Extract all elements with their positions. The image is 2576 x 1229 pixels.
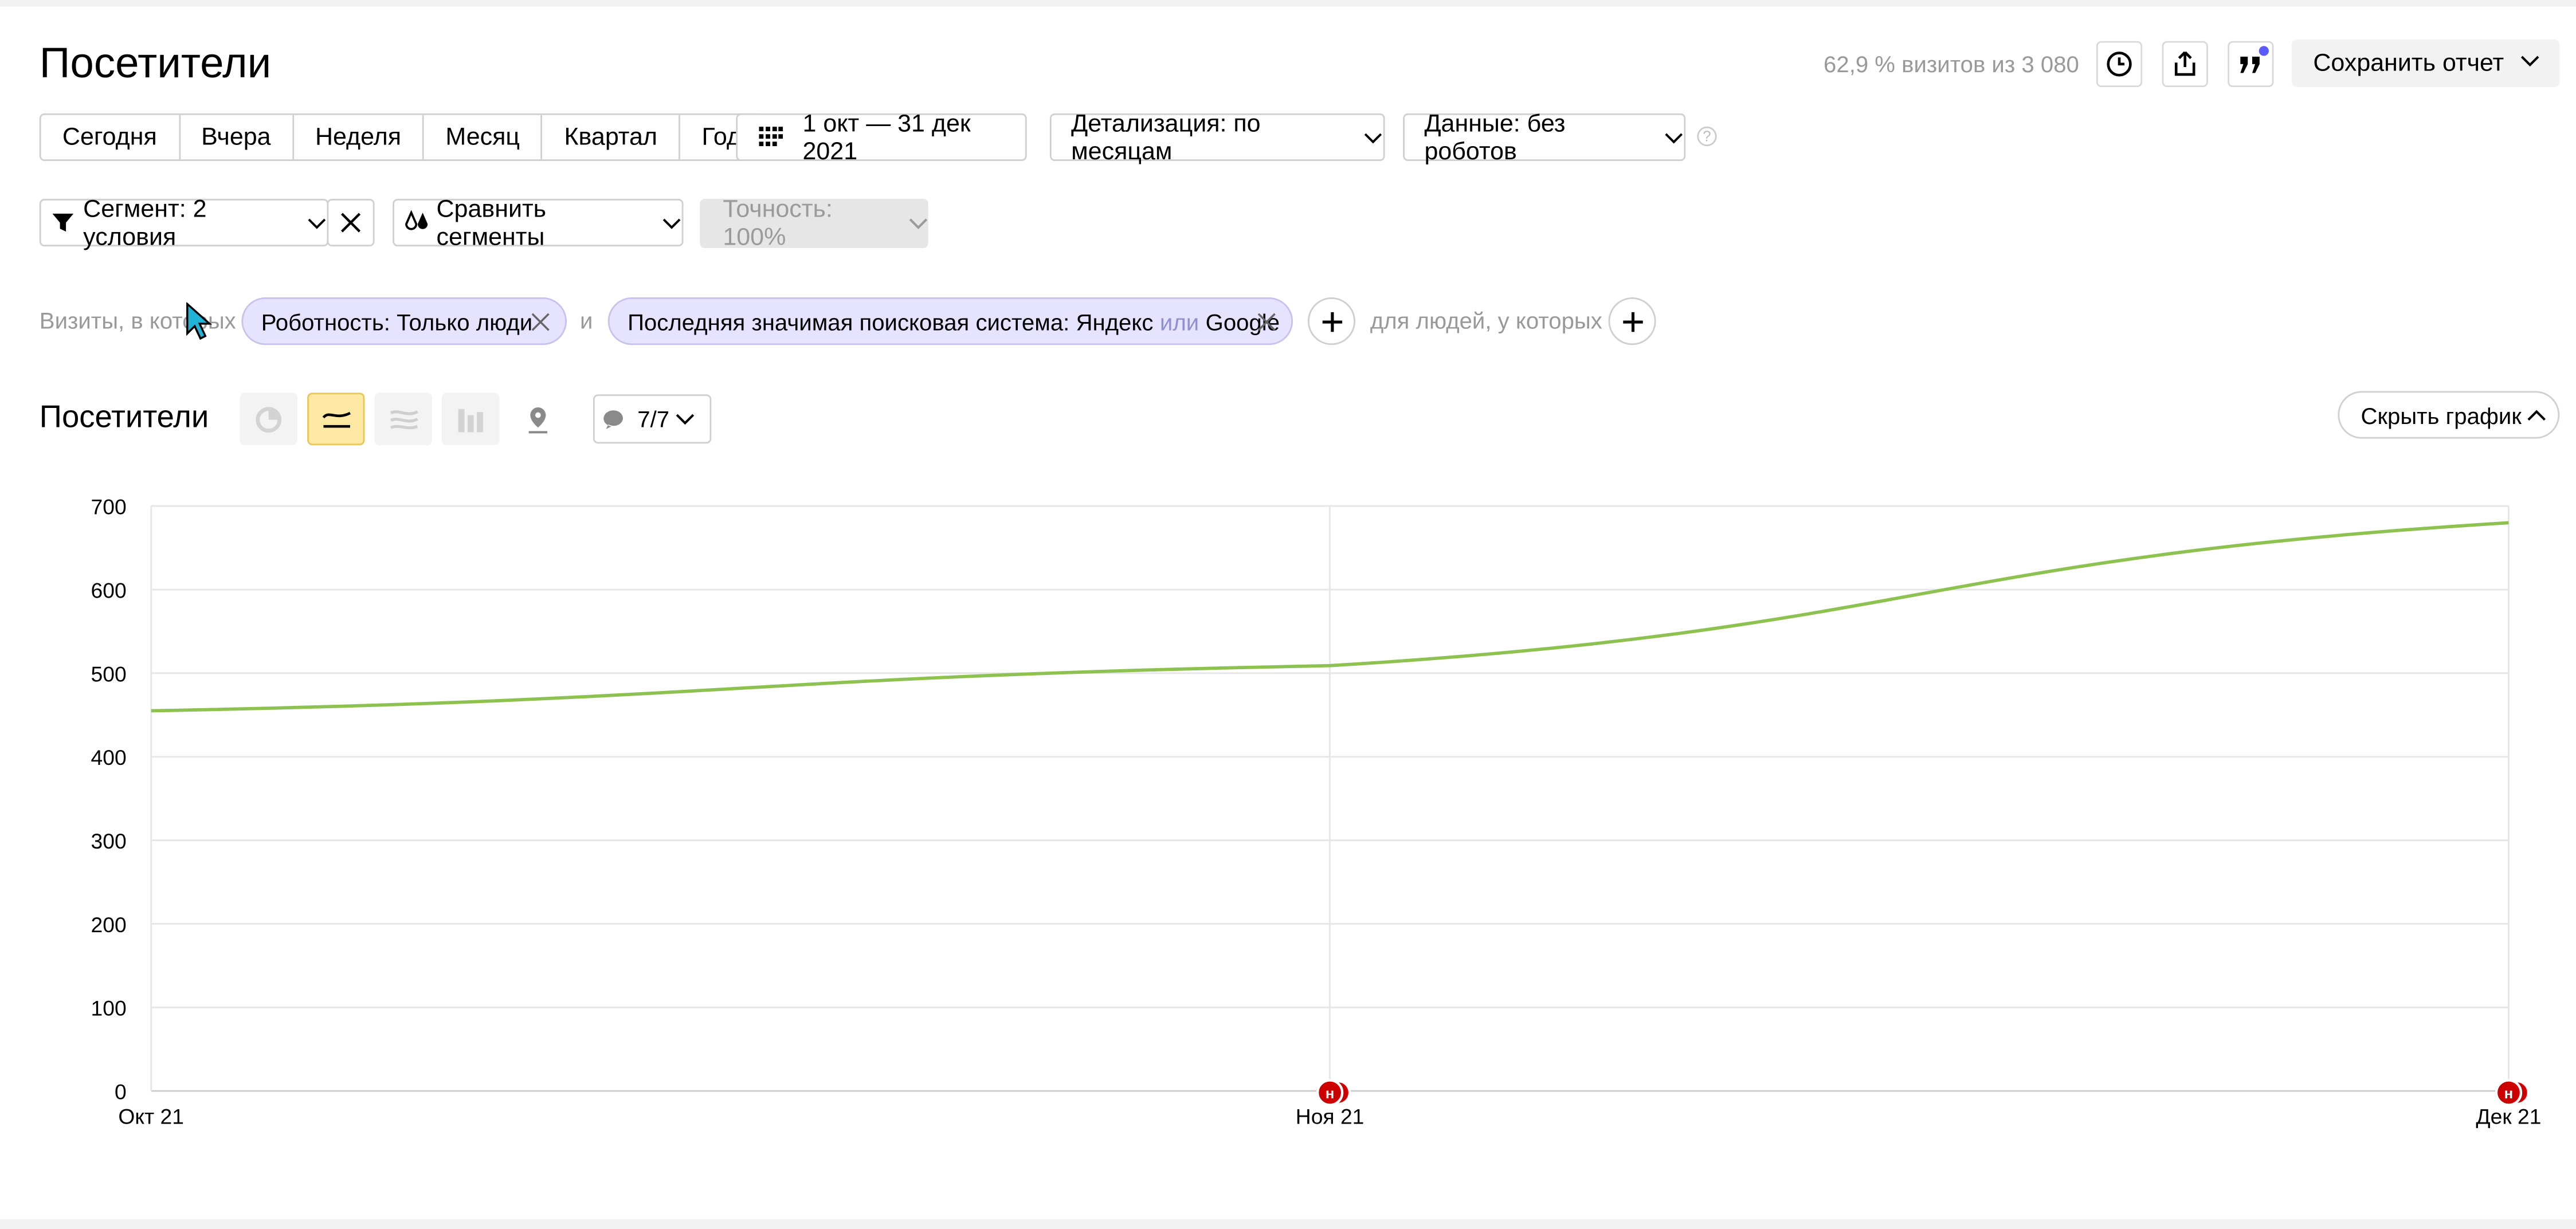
segment-dropdown[interactable]: Сегмент: 2 условия (39, 195, 329, 250)
report-page: Посетители 62,9 % визитов из 3 080 Сохра… (0, 0, 2576, 1229)
period-month-button[interactable]: Месяц (424, 115, 543, 160)
data-filter-dropdown[interactable]: Данные: без роботов (1403, 109, 1686, 165)
chevron-down-icon (308, 218, 327, 229)
filter-chip-search-engine-label: Последняя значимая поисковая система: Ян… (628, 308, 1154, 335)
notification-dot (2259, 46, 2269, 56)
bar-chart-icon (458, 408, 483, 431)
feedback-button[interactable] (2228, 41, 2274, 87)
chevron-up-icon (2527, 409, 2546, 420)
annotation-marker-label: н (2504, 1086, 2514, 1102)
map-pin-icon (528, 406, 548, 433)
top-border (0, 0, 2576, 7)
share-icon (2174, 51, 2195, 76)
detail-label: Детализация: по месяцам (1071, 109, 1261, 166)
visitors-line-chart: 0 100 200 300 400 500 600 700 Окт 21 Ноя 21 Дек 21… (91, 495, 2542, 1129)
comment-icon (603, 409, 623, 429)
pie-chart-icon (256, 406, 282, 432)
detail-dropdown[interactable]: Детализация: по месяцам (1049, 109, 1385, 165)
line-chart-type-button[interactable] (307, 392, 365, 446)
accuracy-label: Точность: 100% (723, 195, 833, 252)
page-title: Посетители (39, 37, 272, 87)
bar-chart-type-button[interactable] (442, 392, 500, 446)
add-visit-condition-button[interactable] (1307, 297, 1356, 345)
chevron-down-icon (909, 218, 928, 229)
remove-filter-icon[interactable] (531, 312, 550, 332)
calendar-icon (759, 127, 783, 147)
hide-chart-button[interactable]: Скрыть график (2338, 391, 2560, 439)
date-range-label: 1 окт — 31 дек 2021 (802, 109, 971, 166)
annotation-marker-label: н (1326, 1086, 1335, 1102)
chevron-down-icon (663, 218, 681, 229)
plus-icon (1322, 311, 1342, 331)
y-tick-label: 0 (115, 1079, 127, 1104)
accuracy-dropdown[interactable]: Точность: 100% (700, 195, 928, 252)
compare-segments-dropdown[interactable]: Сравнить сегменты (393, 195, 684, 250)
filter-chip-search-engine[interactable]: Последняя значимая поисковая система: Ян… (607, 297, 1293, 345)
close-icon (340, 213, 361, 233)
save-report-label: Сохранить отчет (2313, 49, 2504, 77)
history-button[interactable] (2096, 41, 2143, 87)
period-quarter-button[interactable]: Квартал (543, 115, 681, 160)
y-tick-label: 300 (91, 829, 127, 853)
y-tick-label: 200 (91, 913, 127, 937)
x-tick-label: Ноя 21 (1296, 1104, 1365, 1128)
y-tick-label: 700 (91, 495, 127, 519)
filter-icon (52, 213, 74, 232)
clock-icon (2107, 52, 2132, 77)
chart-section-title: Посетители (39, 400, 209, 435)
filter-chip-or: или (1159, 308, 1199, 335)
line-chart-icon (321, 411, 350, 428)
remove-filter-icon[interactable] (1257, 312, 1276, 332)
bottom-border (0, 1219, 2576, 1229)
period-selector: Сегодня Вчера Неделя Месяц Квартал Год (39, 113, 764, 162)
y-tick-label: 400 (91, 745, 127, 769)
filter-chip-robotness-label: Роботность: Только люди (261, 308, 533, 335)
clear-segment-button[interactable] (327, 198, 375, 247)
chevron-down-icon (1365, 132, 1383, 143)
map-chart-type-button[interactable] (509, 392, 567, 445)
data-filter-label: Данные: без роботов (1424, 109, 1566, 166)
chevron-down-icon (677, 414, 695, 425)
x-tick-label: Дек 21 (2476, 1104, 2541, 1128)
compare-segments-label: Сравнить сегменты (436, 194, 547, 251)
export-button[interactable] (2162, 41, 2208, 87)
plus-icon (1622, 311, 1642, 331)
segment-label: Сегмент: 2 условия (83, 194, 207, 251)
visits-sample-info: 62,9 % визитов из 3 080 (1824, 50, 2079, 77)
area-chart-icon (389, 410, 418, 430)
help-icon[interactable]: ? (1697, 126, 1717, 147)
notes-count: 7/7 (637, 406, 670, 433)
period-yesterday-button[interactable]: Вчера (180, 115, 294, 160)
filter-conjunction: и (579, 307, 593, 334)
pie-chart-type-button[interactable] (240, 392, 297, 446)
chevron-down-icon (2520, 56, 2539, 67)
mouse-cursor-icon (186, 302, 212, 340)
period-today-button[interactable]: Сегодня (41, 115, 180, 160)
save-report-button[interactable]: Сохранить отчет (2292, 39, 2560, 87)
y-tick-label: 600 (91, 578, 127, 602)
add-people-condition-button[interactable] (1608, 297, 1656, 345)
y-tick-label: 100 (91, 996, 127, 1020)
x-tick-label: Окт 21 (118, 1104, 184, 1128)
people-condition-label: для людей, у которых (1370, 307, 1602, 334)
area-chart-type-button[interactable] (374, 392, 432, 446)
y-tick-label: 500 (91, 662, 127, 686)
chevron-down-icon (1665, 132, 1683, 143)
date-range-button[interactable]: 1 окт — 31 дек 2021 (736, 109, 1027, 165)
filter-chip-robotness[interactable]: Роботность: Только люди (241, 297, 567, 345)
hide-chart-label: Скрыть график (2361, 402, 2522, 429)
period-week-button[interactable]: Неделя (294, 115, 425, 160)
notes-dropdown[interactable]: 7/7 (593, 394, 712, 444)
compare-icon (405, 210, 428, 230)
